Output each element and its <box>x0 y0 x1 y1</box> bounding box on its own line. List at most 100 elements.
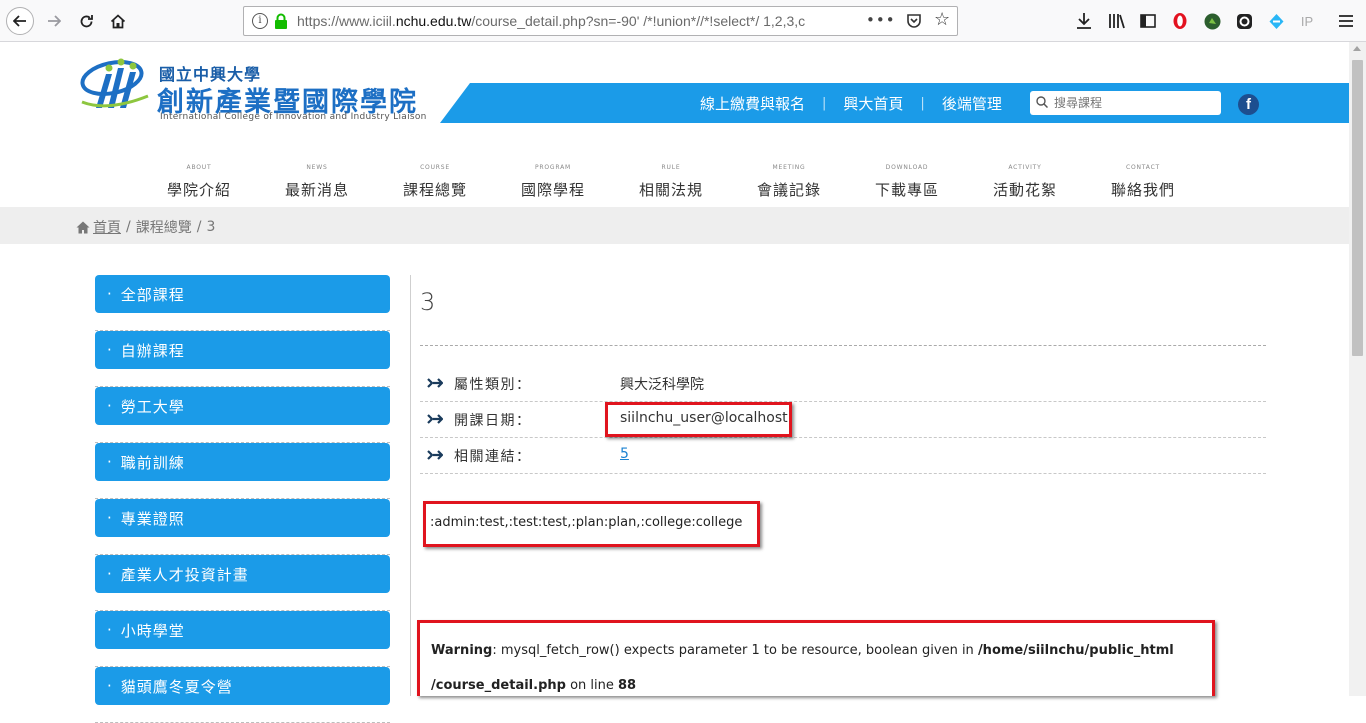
scroll-up-icon[interactable] <box>1353 46 1361 51</box>
sidebar-item: · 勞工大學 <box>95 387 390 443</box>
nav-item-label: 下載專區 <box>874 181 939 199</box>
sidebar-item: · 自辦課程 <box>95 331 390 387</box>
warning-path: /course_detail.php <box>431 678 566 693</box>
reload-icon[interactable] <box>72 7 100 35</box>
breadcrumb-separator: / <box>196 219 202 235</box>
extension-icon[interactable] <box>1234 10 1254 32</box>
breadcrumb-home[interactable]: 首頁 <box>93 217 121 237</box>
college-logo-icon[interactable] <box>78 56 156 112</box>
breadcrumb-current: 3 <box>206 219 216 235</box>
sidebar-item-label: 職前訓練 <box>120 453 185 472</box>
top-link-nchu-home[interactable]: 興大首頁 <box>843 93 903 114</box>
breadcrumb-section[interactable]: 課程總覽 <box>136 217 192 237</box>
top-link-payment[interactable]: 線上繳費與報名 <box>700 93 805 114</box>
sidebar-item: · 專業證照 <box>95 499 390 555</box>
top-links: 線上繳費與報名 | 興大首頁 | 後端管理 <box>700 93 1002 114</box>
sidebar-item-label: 全部課程 <box>120 285 185 304</box>
extension-icon[interactable] <box>1266 10 1286 32</box>
highlight-box <box>605 402 792 437</box>
nav-item-label: 相關法規 <box>638 181 703 199</box>
nav-item-en: RULE <box>661 164 681 171</box>
sidebar-item-certification[interactable]: · 專業證照 <box>95 499 390 537</box>
sidebar-item: · 貓頭鷹冬夏令營 <box>95 667 390 723</box>
sidebar-item-talent-investment[interactable]: · 產業人才投資計畫 <box>95 555 390 593</box>
nav-item-activity[interactable]: ACTIVITY 活動花絮 <box>966 164 1084 200</box>
nav-item-en: CONTACT <box>1125 164 1161 171</box>
info-label: 相關連結： <box>454 449 532 465</box>
nav-item-label: 活動花絮 <box>992 181 1057 199</box>
info-label: 開課日期： <box>454 413 532 429</box>
double-arrow-icon <box>427 414 443 424</box>
sidebar-item-labor-university[interactable]: · 勞工大學 <box>95 387 390 425</box>
sidebar-item-self-run[interactable]: · 自辦課程 <box>95 331 390 369</box>
divider <box>420 345 1266 346</box>
double-arrow-icon <box>427 378 443 388</box>
main-navigation: ABOUT 學院介紹 NEWS 最新消息 COURSE 課程總覽 PROGRAM 國際學… <box>140 164 1202 200</box>
nav-item-news[interactable]: NEWS 最新消息 <box>258 164 376 200</box>
sidebar-item: · 產業人才投資計畫 <box>95 555 390 611</box>
back-icon[interactable] <box>6 7 34 35</box>
url-text[interactable]: https://www.iciil.nchu.edu.tw/course_det… <box>297 13 857 31</box>
related-link[interactable]: 5 <box>620 446 629 462</box>
facebook-icon[interactable]: f <box>1238 94 1259 115</box>
info-icon[interactable]: i <box>252 13 268 29</box>
nav-item-label: 聯絡我們 <box>1110 181 1175 199</box>
nav-item-label: 會議記錄 <box>756 181 821 199</box>
library-icon[interactable] <box>1106 10 1128 32</box>
double-arrow-icon <box>427 450 443 460</box>
breadcrumb: 首頁 / 課程總覽 / 3 <box>76 217 215 237</box>
sidebar-item-owl-camp[interactable]: · 貓頭鷹冬夏令營 <box>95 667 390 705</box>
nav-item-course[interactable]: COURSE 課程總覽 <box>376 164 494 200</box>
sidebar-item-all-courses[interactable]: · 全部課程 <box>95 275 390 313</box>
sidebar-item-label: 貓頭鷹冬夏令營 <box>120 677 233 696</box>
nav-item-download[interactable]: DOWNLOAD 下載專區 <box>848 164 966 200</box>
extension-icon[interactable] <box>1202 10 1222 32</box>
address-bar[interactable]: i https://www.iciil.nchu.edu.tw/course_d… <box>243 6 958 36</box>
search-input[interactable] <box>1054 94 1214 112</box>
nav-item-rule[interactable]: RULE 相關法規 <box>612 164 730 200</box>
home-icon[interactable] <box>104 7 132 35</box>
home-icon[interactable] <box>76 221 90 234</box>
page-scrollbar[interactable] <box>1349 42 1366 696</box>
bullet: · <box>107 677 113 695</box>
ip-icon[interactable]: IP <box>1296 10 1318 32</box>
course-category-sidebar: · 全部課程 · 自辦課程 · 勞工大學 · 職前訓練 · 專業證照 · 產業人才投資計畫 … <box>95 275 390 723</box>
content-divider <box>410 275 411 696</box>
forward-icon[interactable] <box>40 7 68 35</box>
search-icon[interactable] <box>1036 96 1048 108</box>
nav-item-contact[interactable]: CONTACT 聯絡我們 <box>1084 164 1202 200</box>
nav-item-en: PROGRAM <box>535 164 571 171</box>
download-icon[interactable] <box>1074 10 1094 32</box>
bullet: · <box>107 509 113 527</box>
sidebar-item: · 小時學堂 <box>95 611 390 667</box>
warning-label: Warning <box>431 643 493 658</box>
nav-item-about[interactable]: ABOUT 學院介紹 <box>140 164 258 200</box>
nav-item-label: 課程總覽 <box>402 181 467 199</box>
php-warning: Warning: mysql_fetch_row() expects param… <box>431 633 1191 703</box>
nav-item-program[interactable]: PROGRAM 國際學程 <box>494 164 612 200</box>
browser-toolbar: i https://www.iciil.nchu.edu.tw/course_d… <box>0 0 1366 42</box>
info-row-category: 屬性類別： 興大泛科學院 <box>420 366 1266 402</box>
logo-english-name: International College of Innovation and … <box>160 112 427 122</box>
lock-icon[interactable] <box>274 13 288 29</box>
top-link-admin[interactable]: 後端管理 <box>942 93 1002 114</box>
scrollbar-thumb[interactable] <box>1352 60 1363 356</box>
bullet: · <box>107 565 113 583</box>
leaked-data-text: :admin:test,:test:test,:plan:plan,:colle… <box>430 515 743 530</box>
top-link-separator: | <box>920 96 925 111</box>
warning-text: on line <box>565 678 618 693</box>
menu-icon[interactable] <box>1336 10 1356 32</box>
info-row-start-date: 開課日期： siilnchu_user@localhost <box>420 402 1266 438</box>
info-value: 興大泛科學院 <box>620 377 704 393</box>
pocket-icon[interactable] <box>906 13 922 29</box>
bookmark-star-icon[interactable]: ☆ <box>934 9 950 30</box>
sidebar-item-pre-employment[interactable]: · 職前訓練 <box>95 443 390 481</box>
opera-icon[interactable] <box>1170 10 1190 32</box>
sidebar-icon[interactable] <box>1138 10 1158 32</box>
nav-item-en: DOWNLOAD <box>885 164 929 171</box>
page-actions-icon[interactable]: ••• <box>866 11 896 29</box>
sidebar-item-hour-school[interactable]: · 小時學堂 <box>95 611 390 649</box>
top-link-separator: | <box>822 96 827 111</box>
nav-item-meeting[interactable]: MEETING 會議記錄 <box>730 164 848 200</box>
course-search <box>1030 91 1221 115</box>
